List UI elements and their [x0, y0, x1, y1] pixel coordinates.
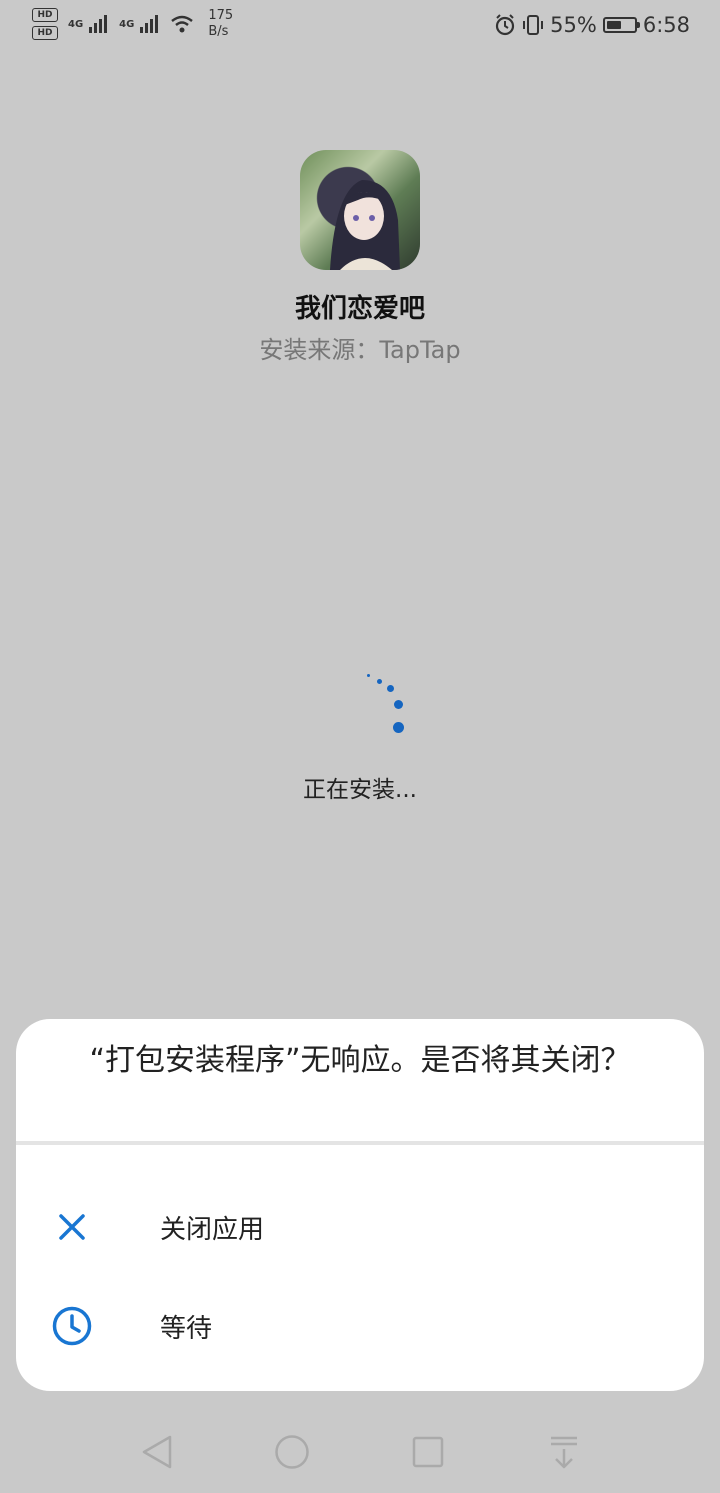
wait-button[interactable]: 等待	[16, 1281, 704, 1371]
spinner-dot	[367, 674, 370, 677]
wifi-icon	[171, 15, 194, 33]
loading-spinner	[340, 660, 420, 740]
signal-icon	[140, 15, 159, 33]
speed-value: 175	[208, 8, 234, 23]
recents-button[interactable]	[408, 1432, 448, 1472]
battery-percent: 55%	[550, 13, 597, 37]
close-app-button[interactable]: 关闭应用	[16, 1182, 704, 1272]
spinner-dot	[393, 722, 404, 733]
back-icon	[142, 1435, 172, 1469]
recents-icon	[412, 1436, 444, 1468]
clock-icon	[50, 1304, 94, 1348]
dialog-title: “打包安装程序”无响应。是否将其关闭？	[89, 1043, 631, 1078]
home-button[interactable]	[272, 1432, 312, 1472]
notification-pull-icon	[551, 1436, 577, 1469]
install-source: 安装来源：TapTap	[259, 336, 461, 364]
network-type-2: 4G	[119, 18, 135, 30]
status-bar: HD HD 4G 4G 175 B/s 55% 6:58	[0, 0, 720, 54]
app-name: 我们恋爱吧	[294, 294, 425, 324]
spinner-dot	[387, 685, 394, 692]
notification-button[interactable]	[544, 1432, 584, 1472]
wait-label: 等待	[160, 1313, 213, 1344]
app-icon	[300, 150, 420, 270]
back-button[interactable]	[136, 1432, 176, 1472]
spinner-dot	[377, 679, 382, 684]
not-responding-dialog: “打包安装程序”无响应。是否将其关闭？ 关闭应用 等待	[16, 1019, 704, 1391]
status-left: HD HD 4G 4G 175 B/s	[32, 8, 233, 40]
signal-icon	[89, 15, 108, 33]
navigation-bar	[0, 1410, 720, 1493]
hd-sim2-icon: HD	[32, 26, 58, 40]
dialog-divider	[16, 1141, 704, 1145]
home-icon	[275, 1435, 309, 1469]
speed-unit: B/s	[208, 24, 229, 39]
app-artwork	[330, 180, 400, 270]
alarm-icon	[496, 14, 515, 36]
clock: 6:58	[642, 13, 690, 37]
sim-indicators: HD HD	[32, 8, 58, 40]
status-right: 55% 6:58	[494, 13, 690, 37]
hd-sim1-icon: HD	[32, 8, 58, 22]
close-app-label: 关闭应用	[160, 1214, 265, 1245]
battery-icon	[602, 17, 640, 33]
network-speed: 175 B/s	[208, 8, 233, 40]
vibrate-icon	[523, 15, 544, 35]
install-status: 正在安装...	[303, 777, 417, 803]
spinner-dot	[394, 700, 403, 709]
close-icon	[50, 1205, 94, 1249]
battery-fill	[606, 21, 622, 29]
network-type-1: 4G	[68, 18, 84, 30]
